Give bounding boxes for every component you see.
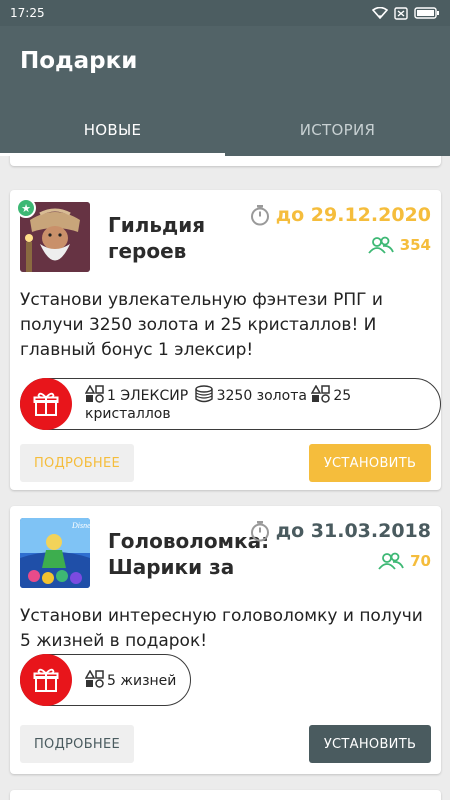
reward-lives: 5 жизней — [107, 673, 177, 689]
offer-card-partial-top — [10, 156, 441, 166]
users-icon — [367, 236, 394, 254]
more-button[interactable]: ПОДРОБНЕЕ — [20, 444, 134, 482]
more-button[interactable]: ПОДРОБНЕЕ — [20, 725, 134, 763]
shapes-icon — [311, 385, 331, 403]
reward-pill: 5 жизней — [20, 654, 192, 706]
reward-crystals-label: кристаллов — [85, 406, 171, 422]
tab-new-label: НОВЫЕ — [83, 121, 142, 139]
more-button-label: ПОДРОБНЕЕ — [33, 736, 121, 752]
deadline-text: до 29.12.2020 — [275, 204, 431, 226]
page-title: Подарки — [20, 48, 138, 74]
status-bar: 17:25 — [0, 0, 450, 26]
shapes-icon — [85, 385, 104, 403]
app-name: Гильдия героев — [108, 213, 206, 263]
status-time: 17:25 — [10, 6, 45, 20]
tab-history-label: ИСТОРИЯ — [299, 121, 376, 139]
offer-card: Disney Головоломка: Шарики за до 31.03.2… — [10, 506, 441, 774]
install-button-label: УСТАНОВИТЬ — [323, 736, 417, 752]
offers-list[interactable]: ★ Гильдия героев до 29.12.2020 354 Устан… — [0, 156, 450, 800]
svg-text:Disney: Disney — [71, 521, 90, 530]
app-icon-puzzle[interactable]: Disney — [20, 518, 90, 588]
reward-gold: 3250 золота — [216, 388, 307, 404]
more-button-label: ПОДРОБНЕЕ — [33, 455, 121, 471]
timer-icon — [250, 205, 269, 226]
reward-elixir: 1 ЭЛЕКСИР — [107, 388, 189, 404]
shapes-icon — [85, 670, 104, 688]
no-sim-icon — [394, 6, 408, 20]
puzzle-artwork: Disney — [20, 518, 90, 588]
reward-crystals-count: 25 — [333, 388, 352, 404]
offer-description: Установи интересную головоломку и получи… — [20, 606, 423, 651]
users-count-value: 70 — [410, 552, 431, 570]
deadline-text: до 31.03.2018 — [275, 520, 431, 542]
users-count: 354 — [367, 236, 431, 254]
wifi-icon — [372, 7, 388, 19]
gift-icon — [20, 654, 72, 706]
users-count-value: 354 — [399, 236, 431, 254]
tab-new[interactable]: НОВЫЕ — [0, 104, 225, 156]
install-button-label: УСТАНОВИТЬ — [323, 455, 417, 471]
deadline: до 29.12.2020 — [250, 204, 431, 226]
offer-card: ★ Гильдия героев до 29.12.2020 354 Устан… — [10, 190, 441, 490]
timer-icon — [250, 521, 269, 542]
star-icon: ★ — [16, 198, 36, 218]
reward-text: 1 ЭЛЕКСИР 3250 золота 25 кристаллов — [85, 385, 351, 423]
app-bar: Подарки НОВЫЕ ИСТОРИЯ — [0, 26, 450, 156]
tab-bar: НОВЫЕ ИСТОРИЯ — [0, 104, 450, 156]
deadline: до 31.03.2018 — [250, 520, 431, 542]
tab-history[interactable]: ИСТОРИЯ — [225, 104, 450, 156]
offer-description: Установи увлекательную фэнтези РПГ и пол… — [20, 290, 383, 360]
gift-icon — [20, 378, 72, 430]
coins-icon — [194, 385, 213, 403]
app-name: Головоломка: Шарики за — [108, 529, 270, 579]
users-count: 70 — [378, 552, 431, 570]
battery-icon — [414, 7, 439, 19]
reward-pill: 1 ЭЛЕКСИР 3250 золота 25 кристаллов — [20, 378, 441, 430]
install-button[interactable]: УСТАНОВИТЬ — [309, 444, 431, 482]
reward-text: 5 жизней — [85, 670, 176, 690]
install-button[interactable]: УСТАНОВИТЬ — [309, 725, 431, 763]
offer-card-partial-bottom — [10, 790, 441, 800]
users-icon — [378, 552, 404, 570]
